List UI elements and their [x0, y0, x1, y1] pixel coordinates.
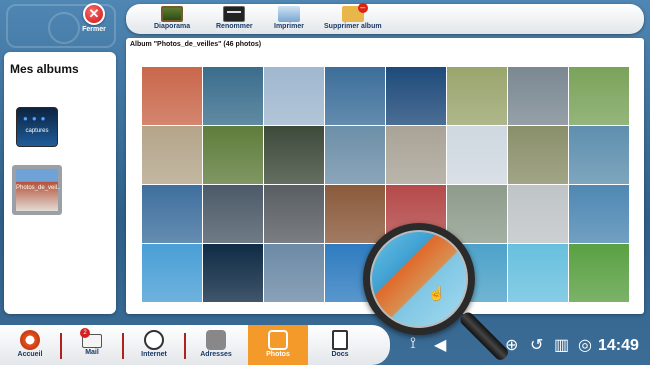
photo-thumbnail[interactable] [569, 244, 629, 302]
photo-thumbnail[interactable] [386, 126, 446, 184]
printer-icon [277, 6, 300, 22]
camera-icon [268, 330, 288, 350]
taskbar-label: Adresses [200, 351, 232, 358]
taskbar-internet[interactable]: Internet [124, 325, 184, 365]
photo-thumbnail[interactable] [508, 67, 568, 125]
taskbar-contacts[interactable]: Adresses [186, 325, 246, 365]
add-icon[interactable]: ⊕ [505, 335, 518, 355]
sidebar-title: Mes albums [10, 62, 79, 76]
close-icon: ✕ [83, 3, 105, 25]
volume-icon[interactable]: ◀ [434, 335, 446, 355]
hand-cursor-icon: ☝ [428, 285, 446, 301]
close-button[interactable]: ✕ Fermer [80, 3, 108, 33]
photo-thumbnail[interactable] [203, 126, 263, 184]
photo-thumbnail[interactable] [569, 67, 629, 125]
close-label: Fermer [82, 26, 106, 33]
photo-thumbnail[interactable] [447, 126, 507, 184]
print-button[interactable]: Imprimer [274, 6, 304, 30]
taskbar-photos[interactable]: Photos [248, 325, 308, 365]
slideshow-icon [161, 6, 184, 22]
photo-thumbnail[interactable] [203, 67, 263, 125]
album-captures[interactable]: ●●● captures [16, 107, 58, 147]
home-icon [20, 330, 40, 350]
album-thumbnail: Photos_de_veil.. [16, 169, 61, 211]
rename-icon [223, 6, 246, 22]
taskbar-home[interactable]: Accueil [0, 325, 60, 365]
documents-icon [332, 330, 348, 350]
album-title: Album "Photos_de_veilles" (46 photos) [130, 41, 262, 48]
taskbar-label: Docs [331, 351, 349, 358]
top-toolbar: Diaporama Renommer Imprimer Supprimer al… [126, 3, 644, 34]
photo-thumbnail[interactable] [264, 67, 324, 125]
album-label: captures [25, 128, 49, 134]
photo-thumbnail[interactable] [142, 185, 202, 243]
taskbar-label: Accueil [17, 351, 43, 358]
delete-album-label: Supprimer album [324, 23, 382, 30]
taskbar-label: Internet [141, 351, 167, 358]
print-label: Imprimer [274, 23, 304, 30]
photo-thumbnail[interactable] [569, 126, 629, 184]
album-label: Photos_de_veil.. [16, 185, 61, 191]
photo-thumbnail[interactable] [569, 185, 629, 243]
photo-thumbnail[interactable] [325, 126, 385, 184]
photo-thumbnail[interactable] [325, 67, 385, 125]
taskbar-label: Mail [85, 349, 99, 356]
photo-thumbnail[interactable] [264, 185, 324, 243]
taskbar-mail[interactable]: Mail [62, 325, 122, 365]
delete-album-icon [341, 3, 368, 22]
mail-badge: 2 [80, 328, 90, 338]
photo-thumbnail[interactable] [508, 185, 568, 243]
photo-thumbnail[interactable] [264, 244, 324, 302]
photo-thumbnail[interactable] [447, 185, 507, 243]
photo-thumbnail[interactable] [325, 185, 385, 243]
photo-thumbnail[interactable] [386, 67, 446, 125]
taskbar: Accueil Mail Internet Adresses Photos Do… [0, 325, 390, 365]
album-thumbnail-icon: ●●● [23, 114, 50, 123]
globe-icon [144, 330, 164, 350]
magnifier-overlay: ☝ [363, 223, 475, 335]
slideshow-label: Diaporama [154, 23, 191, 30]
back-icon[interactable]: ↺ [530, 335, 543, 355]
photo-thumbnail[interactable] [142, 126, 202, 184]
taskbar-docs[interactable]: Docs [310, 325, 370, 365]
photo-thumbnail[interactable] [203, 244, 263, 302]
delete-album-button[interactable]: Supprimer album [324, 3, 382, 30]
album-photos-de-veilles[interactable]: Photos_de_veil.. [12, 165, 62, 215]
trash-icon[interactable]: ▥ [554, 335, 569, 355]
rename-label: Renommer [216, 23, 253, 30]
photo-thumbnail[interactable] [264, 126, 324, 184]
photo-thumbnail[interactable] [508, 244, 568, 302]
clock: 14:49 [598, 337, 639, 354]
help-icon[interactable]: ◎ [578, 335, 592, 355]
photo-thumbnail[interactable] [203, 185, 263, 243]
photo-thumbnail[interactable] [142, 67, 202, 125]
slideshow-button[interactable]: Diaporama [154, 6, 190, 30]
albums-sidebar: Mes albums ●●● captures Photos_de_veil.. [4, 52, 116, 314]
rename-button[interactable]: Renommer [216, 6, 253, 30]
taskbar-label: Photos [266, 351, 290, 358]
photo-thumbnail[interactable] [508, 126, 568, 184]
photo-thumbnail[interactable] [142, 244, 202, 302]
photo-thumbnail[interactable] [447, 67, 507, 125]
wifi-icon[interactable]: ⟟ [410, 335, 416, 353]
contacts-icon [206, 330, 226, 350]
